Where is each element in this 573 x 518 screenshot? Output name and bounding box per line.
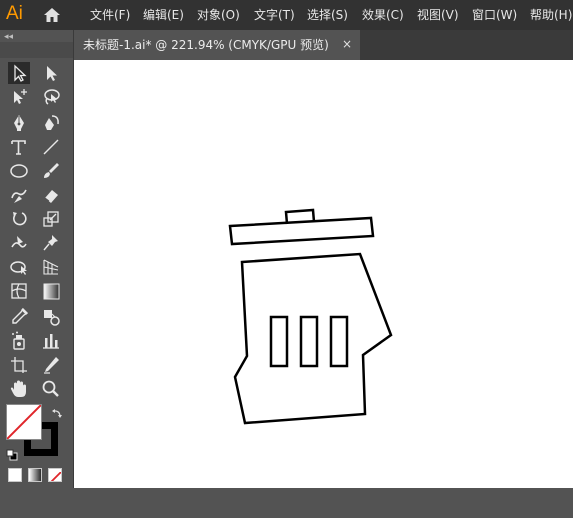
puppet-warp-tool-icon[interactable] <box>8 232 30 254</box>
app-logo: Ai <box>6 3 23 24</box>
trash-slot-3 <box>329 315 349 368</box>
type-tool-icon[interactable] <box>8 136 30 158</box>
rotate-tool-icon[interactable] <box>8 208 30 230</box>
document-tab-bar: 未标题-1.ai* @ 221.94% (CMYK/GPU 预览) × <box>74 30 573 60</box>
document-tab-title: 未标题-1.ai* @ 221.94% (CMYK/GPU 预览) <box>83 38 329 52</box>
artboard-tool-icon[interactable] <box>8 354 30 376</box>
paintbrush-tool-icon[interactable] <box>40 160 62 182</box>
gradient-mode-button[interactable] <box>28 468 42 482</box>
magic-wand-tool-icon[interactable] <box>8 86 30 108</box>
slice-tool-icon[interactable] <box>40 354 62 376</box>
line-segment-tool-icon[interactable] <box>40 136 62 158</box>
collapse-panel-icon[interactable]: ◂◂ <box>4 32 13 42</box>
close-icon[interactable]: × <box>342 37 352 51</box>
zoom-tool-icon[interactable] <box>40 378 62 400</box>
home-icon[interactable] <box>42 6 62 24</box>
pen-tool-icon[interactable] <box>8 112 30 134</box>
swap-colors-icon[interactable] <box>50 406 64 420</box>
color-controls <box>0 404 73 518</box>
default-colors-icon[interactable] <box>6 446 18 461</box>
pin-tool-icon[interactable] <box>40 232 62 254</box>
trash-lid <box>228 208 375 246</box>
menu-help[interactable]: 帮助(H) <box>530 7 572 23</box>
artboard-canvas[interactable] <box>74 60 573 488</box>
hand-tool-icon[interactable] <box>8 378 30 400</box>
none-mode-button[interactable] <box>48 468 62 482</box>
menu-select[interactable]: 选择(S) <box>307 7 348 23</box>
free-transform-tool-icon[interactable] <box>8 256 30 278</box>
eyedropper-tool-icon[interactable] <box>8 306 30 328</box>
ellipse-tool-icon[interactable] <box>8 160 30 182</box>
perspective-grid-tool-icon[interactable] <box>40 256 62 278</box>
selection-tool-icon[interactable] <box>8 62 30 84</box>
tools-panel: ◂◂ <box>0 30 74 488</box>
color-mode-button[interactable] <box>8 468 22 482</box>
menu-window[interactable]: 窗口(W) <box>472 7 517 23</box>
trash-slot-2 <box>299 315 319 368</box>
fill-swatch[interactable] <box>6 404 42 440</box>
eraser-tool-icon[interactable] <box>40 184 62 206</box>
panel-grip[interactable] <box>0 42 73 58</box>
column-graph-tool-icon[interactable] <box>40 330 62 352</box>
scale-tool-icon[interactable] <box>40 208 62 230</box>
shaper-tool-icon[interactable] <box>8 184 30 206</box>
trash-slot-1 <box>269 315 289 368</box>
lasso-tool-icon[interactable] <box>40 86 62 108</box>
menu-object[interactable]: 对象(O) <box>197 7 240 23</box>
menu-bar: Ai 文件(F) 编辑(E) 对象(O) 文字(T) 选择(S) 效果(C) 视… <box>0 0 573 30</box>
menu-edit[interactable]: 编辑(E) <box>143 7 184 23</box>
curvature-tool-icon[interactable] <box>40 112 62 134</box>
direct-selection-tool-icon[interactable] <box>40 62 62 84</box>
trash-can-artwork[interactable] <box>74 60 573 488</box>
menu-view[interactable]: 视图(V) <box>417 7 459 23</box>
gradient-tool-icon[interactable] <box>40 280 62 302</box>
trash-body <box>233 252 393 425</box>
mesh-tool-icon[interactable] <box>8 280 30 302</box>
menu-effect[interactable]: 效果(C) <box>362 7 404 23</box>
menu-type[interactable]: 文字(T) <box>254 7 295 23</box>
document-tab[interactable]: 未标题-1.ai* @ 221.94% (CMYK/GPU 预览) × <box>74 30 360 60</box>
symbol-sprayer-tool-icon[interactable] <box>8 330 30 352</box>
menu-file[interactable]: 文件(F) <box>90 7 130 23</box>
blend-tool-icon[interactable] <box>40 306 62 328</box>
